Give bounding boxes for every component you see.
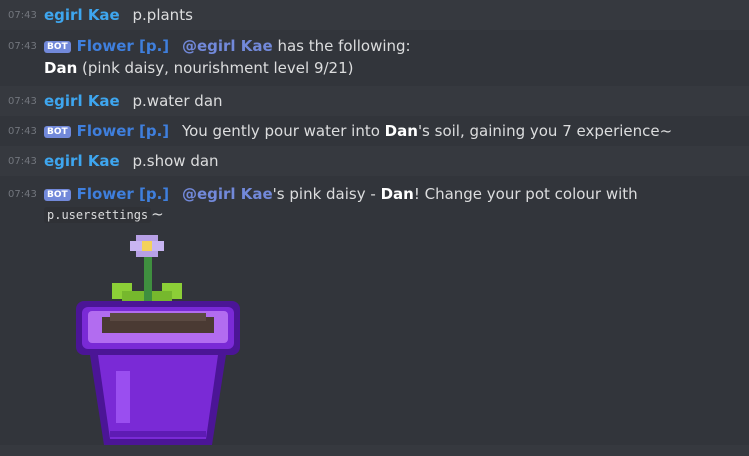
message-row: 07:43 egirl Kae p.plants (0, 0, 749, 30)
author-name[interactable]: egirl Kae (44, 92, 120, 110)
plant-name: Dan (380, 185, 414, 203)
message-row: 07:43 BOT Flower [p.] You gently pour wat… (0, 116, 749, 146)
timestamp: 07:43 (8, 189, 37, 200)
plant-image[interactable] (72, 231, 741, 456)
author-name[interactable]: Flower [p.] (77, 122, 170, 140)
timestamp: 07:43 (8, 41, 37, 52)
author-name[interactable]: egirl Kae (44, 6, 120, 24)
user-mention[interactable]: @egirl Kae (182, 185, 273, 203)
bot-tag: BOT (44, 41, 71, 53)
plant-details: (pink daisy, nourishment level 9/21) (82, 59, 354, 77)
message-text-c: ~ (151, 205, 164, 223)
message-text-b: 's soil, gaining you 7 experience~ (417, 122, 673, 140)
timestamp: 07:43 (8, 95, 37, 107)
message-text: p.show dan (132, 152, 219, 170)
author-name[interactable]: Flower [p.] (77, 185, 170, 203)
message-row: 07:43 BOT Flower [p.] @egirl Kae has the … (0, 30, 749, 86)
bot-tag: BOT (44, 126, 71, 138)
plant-name: Dan (384, 122, 418, 140)
user-mention[interactable]: @egirl Kae (182, 37, 273, 55)
message-text-a: You gently pour water into (181, 122, 385, 140)
timestamp: 07:43 (8, 9, 37, 21)
message-text-a: 's pink daisy - (272, 185, 381, 203)
message-text-b: ! Change your pot colour with (413, 185, 638, 203)
bot-tag: BOT (44, 189, 71, 201)
message-text: p.water dan (132, 92, 223, 110)
author-name[interactable]: egirl Kae (44, 152, 120, 170)
timestamp: 07:43 (8, 125, 37, 137)
chat-log: 07:43 egirl Kae p.plants 07:43 BOT Flower… (0, 0, 749, 445)
message-row: 07:43 egirl Kae p.water dan (0, 86, 749, 116)
message-row: 07:43 egirl Kae p.show dan (0, 146, 749, 176)
message-text: has the following: (277, 37, 411, 55)
potted-daisy-icon (76, 235, 240, 445)
author-name[interactable]: Flower [p.] (77, 37, 170, 55)
message-text: p.plants (132, 6, 193, 24)
command-code: p.usersettings (44, 207, 152, 223)
plant-name: Dan (44, 59, 78, 77)
message-row: 07:43 BOT Flower [p.] @egirl Kae's pink d… (0, 176, 749, 445)
timestamp: 07:43 (8, 155, 37, 167)
